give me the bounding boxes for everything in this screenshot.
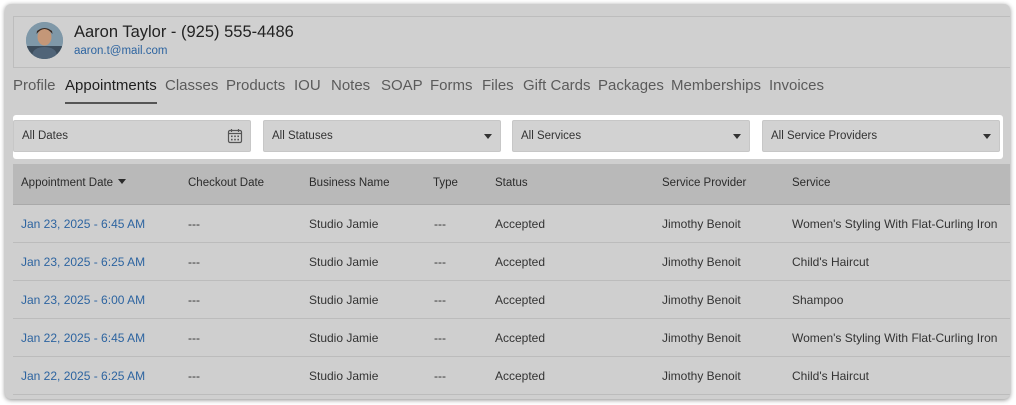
column-header-service: Service (792, 177, 831, 189)
tab-gift-cards[interactable]: Gift Cards (523, 76, 591, 104)
column-header-appointment-date[interactable]: Appointment Date (21, 177, 127, 189)
client-detail-panel: Aaron Taylor - (925) 555-4486 aaron.t@ma… (5, 4, 1010, 399)
calendar-icon[interactable] (227, 128, 243, 144)
filter-bar: All Dates All Statuses All Services All … (13, 115, 1003, 159)
client-avatar (26, 22, 63, 59)
service-provider-cell: Jimothy Benoit (662, 217, 741, 231)
business-name-cell: Studio Jamie (309, 255, 379, 269)
date-filter-value: All Dates (22, 130, 69, 142)
tab-iou[interactable]: IOU (294, 76, 321, 104)
service-cell: Child's Haircut (792, 255, 869, 269)
appointment-date-link[interactable]: Jan 22, 2025 - 6:25 AM (21, 369, 145, 383)
business-name-cell: Studio Jamie (309, 369, 379, 383)
appointment-date-link[interactable]: Jan 23, 2025 - 6:45 AM (21, 217, 145, 231)
tab-memberships[interactable]: Memberships (671, 76, 761, 104)
business-name-cell: Studio Jamie (309, 293, 379, 307)
service-provider-cell: Jimothy Benoit (662, 331, 741, 345)
type-cell: --- (434, 255, 446, 269)
tab-classes[interactable]: Classes (165, 76, 218, 104)
status-cell: Accepted (495, 255, 546, 269)
client-email-link[interactable]: aaron.t@mail.com (74, 45, 167, 57)
appointment-date-link[interactable]: Jan 23, 2025 - 6:00 AM (21, 293, 145, 307)
client-header-card: Aaron Taylor - (925) 555-4486 aaron.t@ma… (13, 16, 1010, 68)
service-provider-cell: Jimothy Benoit (662, 293, 741, 307)
type-cell: --- (434, 293, 446, 307)
column-header-business-name: Business Name (309, 177, 390, 189)
service-cell: Women's Styling With Flat-Curling Iron (792, 217, 998, 231)
status-cell: Accepted (495, 369, 546, 383)
column-header-status: Status (495, 177, 528, 189)
table-header: Appointment Date Checkout Date Business … (13, 164, 1010, 205)
column-header-service-provider: Service Provider (662, 177, 747, 189)
tab-profile[interactable]: Profile (13, 76, 56, 104)
checkout-date-cell: --- (188, 217, 200, 231)
tab-appointments[interactable]: Appointments (65, 76, 157, 104)
tab-files[interactable]: Files (482, 76, 514, 104)
service-provider-cell: Jimothy Benoit (662, 255, 741, 269)
table-row[interactable]: Jan 22, 2025 - 6:25 AM --- Studio Jamie … (13, 357, 1010, 395)
checkout-date-cell: --- (188, 293, 200, 307)
service-filter-value: All Services (521, 130, 582, 142)
status-filter-select[interactable]: All Statuses (263, 120, 501, 152)
table-row[interactable]: Jan 23, 2025 - 6:45 AM --- Studio Jamie … (13, 205, 1010, 243)
provider-filter-select[interactable]: All Service Providers (762, 120, 1000, 152)
sort-desc-icon (118, 179, 127, 184)
type-cell: --- (434, 217, 446, 231)
provider-filter-value: All Service Providers (771, 130, 878, 142)
type-cell: --- (434, 369, 446, 383)
service-cell: Shampoo (792, 293, 844, 307)
table-row[interactable]: Jan 23, 2025 - 6:25 AM --- Studio Jamie … (13, 243, 1010, 281)
service-cell: Child's Haircut (792, 369, 869, 383)
checkout-date-cell: --- (188, 369, 200, 383)
tab-soap[interactable]: SOAP (381, 76, 423, 104)
tab-products[interactable]: Products (226, 76, 285, 104)
tab-packages[interactable]: Packages (598, 76, 664, 104)
status-filter-value: All Statuses (272, 130, 333, 142)
business-name-cell: Studio Jamie (309, 331, 379, 345)
service-filter-select[interactable]: All Services (512, 120, 750, 152)
column-header-type: Type (433, 177, 458, 189)
chevron-down-icon (484, 134, 492, 139)
table-row[interactable]: Jan 23, 2025 - 6:00 AM --- Studio Jamie … (13, 281, 1010, 319)
tab-forms[interactable]: Forms (430, 76, 473, 104)
type-cell: --- (434, 331, 446, 345)
status-cell: Accepted (495, 331, 546, 345)
table-row[interactable]: Jan 22, 2025 - 6:45 AM --- Studio Jamie … (13, 319, 1010, 357)
appointment-date-link[interactable]: Jan 22, 2025 - 6:45 AM (21, 331, 145, 345)
appointment-date-link[interactable]: Jan 23, 2025 - 6:25 AM (21, 255, 145, 269)
service-provider-cell: Jimothy Benoit (662, 369, 741, 383)
status-cell: Accepted (495, 293, 546, 307)
tab-notes[interactable]: Notes (331, 76, 370, 104)
chevron-down-icon (983, 134, 991, 139)
client-name: Aaron Taylor - (925) 555-4486 (74, 23, 294, 41)
business-name-cell: Studio Jamie (309, 217, 379, 231)
column-header-checkout-date: Checkout Date (188, 177, 265, 189)
checkout-date-cell: --- (188, 331, 200, 345)
status-cell: Accepted (495, 217, 546, 231)
tab-invoices[interactable]: Invoices (769, 76, 824, 104)
checkout-date-cell: --- (188, 255, 200, 269)
date-filter[interactable]: All Dates (13, 120, 251, 152)
chevron-down-icon (733, 134, 741, 139)
service-cell: Women's Styling With Flat-Curling Iron (792, 331, 998, 345)
